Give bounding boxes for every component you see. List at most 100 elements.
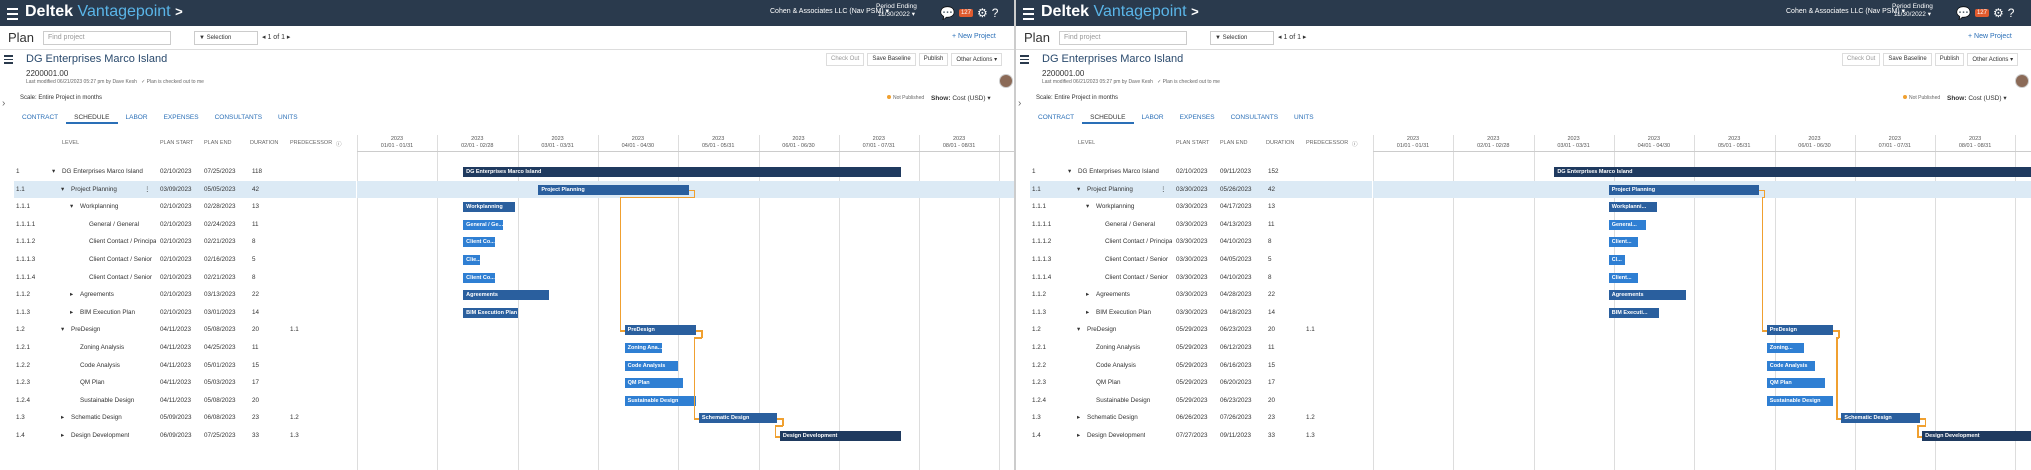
scale-label[interactable]: Scale: Entire Project in months: [20, 95, 102, 101]
table-row[interactable]: 1.2.1 Zoning Analysis 05/29/2023 06/12/2023…: [1030, 339, 1372, 357]
save-baseline-button[interactable]: Save Baseline: [1883, 53, 1932, 66]
show-selector[interactable]: Show: Cost (USD) ▾: [931, 94, 991, 102]
gantt-bar[interactable]: Client...: [1608, 237, 1638, 248]
selection-dropdown[interactable]: ▼ Selection: [1210, 31, 1274, 45]
period-ending-selector[interactable]: Period Ending 11/30/2022 ▾: [876, 3, 917, 19]
gantt-bar[interactable]: Sustainable Design: [624, 395, 697, 406]
column-header-plan-end[interactable]: PLAN END: [1220, 140, 1248, 152]
table-row[interactable]: 1.1.3 ▸ BIM Execution Plan 03/30/2023 04/18/…: [1030, 304, 1372, 322]
gantt-bar[interactable]: Workplanni...: [1608, 202, 1657, 213]
expand-toggle-icon[interactable]: ▾: [1077, 326, 1080, 333]
gantt-bar[interactable]: DG Enterprises Marco Island: [463, 167, 901, 177]
expand-toggle-icon[interactable]: ▾: [52, 168, 55, 175]
row-menu-icon[interactable]: ⋮: [144, 186, 150, 193]
column-header-plan-start[interactable]: PLAN START: [160, 140, 193, 152]
gantt-bar[interactable]: Clie...: [463, 255, 481, 265]
column-header-predecessor[interactable]: PREDECESSOR: [290, 140, 332, 152]
notification-badge[interactable]: 127: [1974, 9, 1989, 17]
publish-button[interactable]: Publish: [1934, 53, 1965, 66]
tab-contract[interactable]: CONTRACT: [1030, 112, 1082, 124]
deltek-logo[interactable]: Deltek Vantagepoint >: [1041, 3, 1199, 21]
deltek-logo[interactable]: Deltek Vantagepoint >: [25, 3, 183, 21]
record-list-icon[interactable]: [1020, 55, 1029, 65]
gantt-bar[interactable]: General / Ge...: [463, 219, 504, 230]
gantt-bar[interactable]: Schematic Design: [1841, 413, 1920, 424]
column-header-level[interactable]: LEVEL: [62, 140, 79, 152]
column-header-duration[interactable]: DURATION: [250, 140, 278, 152]
expand-toggle-icon[interactable]: ▾: [1068, 168, 1071, 175]
record-pager[interactable]: ◂ 1 of 1 ▸: [1278, 33, 1306, 41]
company-selector[interactable]: Cohen & Associates LLC (Nav PSM) ▾: [770, 7, 889, 15]
tab-expenses[interactable]: EXPENSES: [156, 112, 207, 124]
tab-contract[interactable]: CONTRACT: [14, 112, 66, 124]
expand-toggle-icon[interactable]: ▸: [70, 291, 73, 298]
tab-schedule[interactable]: SCHEDULE: [66, 112, 118, 124]
check-out-button[interactable]: Check Out: [1842, 53, 1881, 66]
table-row[interactable]: 1.1.1.2 Client Contact / Principal 03/30/2…: [1030, 233, 1372, 251]
table-row[interactable]: 1 ▾ DG Enterprises Marco Island 02/10/2023 0…: [14, 163, 356, 181]
table-row[interactable]: 1.1.2 ▸ Agreements 03/30/2023 04/28/2023 22: [1030, 286, 1372, 304]
table-row[interactable]: 1.1.1.4 Client Contact / Senior 02/10/2023…: [14, 269, 356, 287]
expand-toggle-icon[interactable]: ▾: [1086, 203, 1089, 210]
table-row[interactable]: 1.4 ▸ Design Development 07/27/2023 09/11/20…: [1030, 427, 1372, 445]
table-row[interactable]: 1.4 ▸ Design Development 06/09/2023 07/25/20…: [14, 427, 356, 445]
table-row[interactable]: 1.1.1.4 Client Contact / Senior 03/30/2023…: [1030, 269, 1372, 287]
table-row[interactable]: 1.2.4 Sustainable Design 05/29/2023 06/23/2…: [1030, 392, 1372, 410]
tab-consultants[interactable]: CONSULTANTS: [1223, 112, 1286, 124]
scale-label[interactable]: Scale: Entire Project in months: [1036, 95, 1118, 101]
expand-toggle-icon[interactable]: ▸: [1086, 309, 1089, 316]
gantt-bar[interactable]: PreDesign: [624, 325, 697, 336]
check-out-button[interactable]: Check Out: [826, 53, 865, 66]
gantt-bar[interactable]: Zoning Ana...: [624, 343, 663, 353]
table-row[interactable]: 1.1 ▾ Project Planning 03/30/2023 05/26/2023…: [1030, 180, 1372, 199]
gantt-bar[interactable]: PreDesign: [1766, 325, 1834, 336]
gantt-bar[interactable]: General...: [1608, 219, 1647, 230]
expand-toggle-icon[interactable]: ▾: [1077, 186, 1080, 193]
expand-toggle-icon[interactable]: ▸: [1077, 432, 1080, 439]
expand-toggle-icon[interactable]: ▾: [61, 186, 64, 193]
gantt-bar[interactable]: Code Analysis: [1766, 360, 1815, 371]
gantt-bar[interactable]: Agreements: [463, 290, 549, 301]
gantt-bar[interactable]: Zoning...: [1766, 343, 1804, 353]
table-row[interactable]: 1.2.2 Code Analysis 05/29/2023 06/16/2023 15: [1030, 357, 1372, 375]
new-project-button[interactable]: + New Project: [1968, 33, 2012, 40]
table-row[interactable]: 1.2 ▾ PreDesign 05/29/2023 06/23/2023 20 1.1: [1030, 321, 1372, 339]
hamburger-menu-icon[interactable]: [1023, 6, 1034, 20]
table-row[interactable]: 1.1.2 ▸ Agreements 02/10/2023 03/13/2023 22: [14, 286, 356, 304]
expand-toggle-icon[interactable]: ▾: [70, 203, 73, 210]
table-row[interactable]: 1.3 ▸ Schematic Design 05/09/2023 06/08/2023…: [14, 409, 356, 427]
gantt-bar[interactable]: QM Plan: [624, 378, 684, 389]
gantt-bar[interactable]: BIM Execution Plan: [463, 307, 518, 318]
table-row[interactable]: 1.2.1 Zoning Analysis 04/11/2023 04/25/2023…: [14, 339, 356, 357]
table-row[interactable]: 1.1.1 ▾ Workplanning 02/10/2023 02/28/2023 13: [14, 198, 356, 216]
info-icon[interactable]: ⓘ: [1352, 140, 1358, 152]
table-row[interactable]: 1.3 ▸ Schematic Design 06/26/2023 07/26/2023…: [1030, 409, 1372, 427]
chat-icon[interactable]: 💬: [1956, 6, 1971, 20]
column-header-plan-start[interactable]: PLAN START: [1176, 140, 1209, 152]
hamburger-menu-icon[interactable]: [7, 6, 18, 20]
chat-icon[interactable]: 💬: [940, 6, 955, 20]
publish-button[interactable]: Publish: [918, 53, 949, 66]
gantt-bar[interactable]: Design Development: [1922, 431, 2031, 441]
find-project-input[interactable]: Find project: [43, 31, 171, 45]
column-header-predecessor[interactable]: PREDECESSOR: [1306, 140, 1348, 152]
gantt-bar[interactable]: Project Planning: [538, 184, 689, 195]
info-icon[interactable]: ⓘ: [336, 140, 342, 152]
gantt-bar[interactable]: Code Analysis: [624, 360, 679, 371]
gantt-bar[interactable]: Sustainable Design: [1766, 395, 1834, 406]
tab-labor[interactable]: LABOR: [1134, 112, 1172, 124]
expand-toggle-icon[interactable]: ▸: [61, 432, 64, 439]
gantt-bar[interactable]: DG Enterprises Marco Island: [1554, 167, 2031, 177]
help-icon[interactable]: ?: [992, 6, 999, 20]
gantt-bar[interactable]: Workplanning: [463, 202, 515, 213]
tab-units[interactable]: UNITS: [1286, 112, 1322, 124]
row-menu-icon[interactable]: ⋮: [1160, 186, 1166, 193]
table-row[interactable]: 1.1.1.2 Client Contact / Principal 02/10/2…: [14, 233, 356, 251]
gantt-bar[interactable]: Client Co...: [463, 237, 495, 248]
gantt-bar[interactable]: Schematic Design: [698, 413, 778, 424]
gantt-bar[interactable]: Project Planning: [1608, 184, 1759, 195]
company-selector[interactable]: Cohen & Associates LLC (Nav PSM) ▾: [1786, 7, 1905, 15]
expand-toggle-icon[interactable]: ▸: [1086, 291, 1089, 298]
table-row[interactable]: 1.1.3 ▸ BIM Execution Plan 02/10/2023 03/01/…: [14, 304, 356, 322]
gantt-bar[interactable]: Agreements: [1608, 290, 1687, 301]
